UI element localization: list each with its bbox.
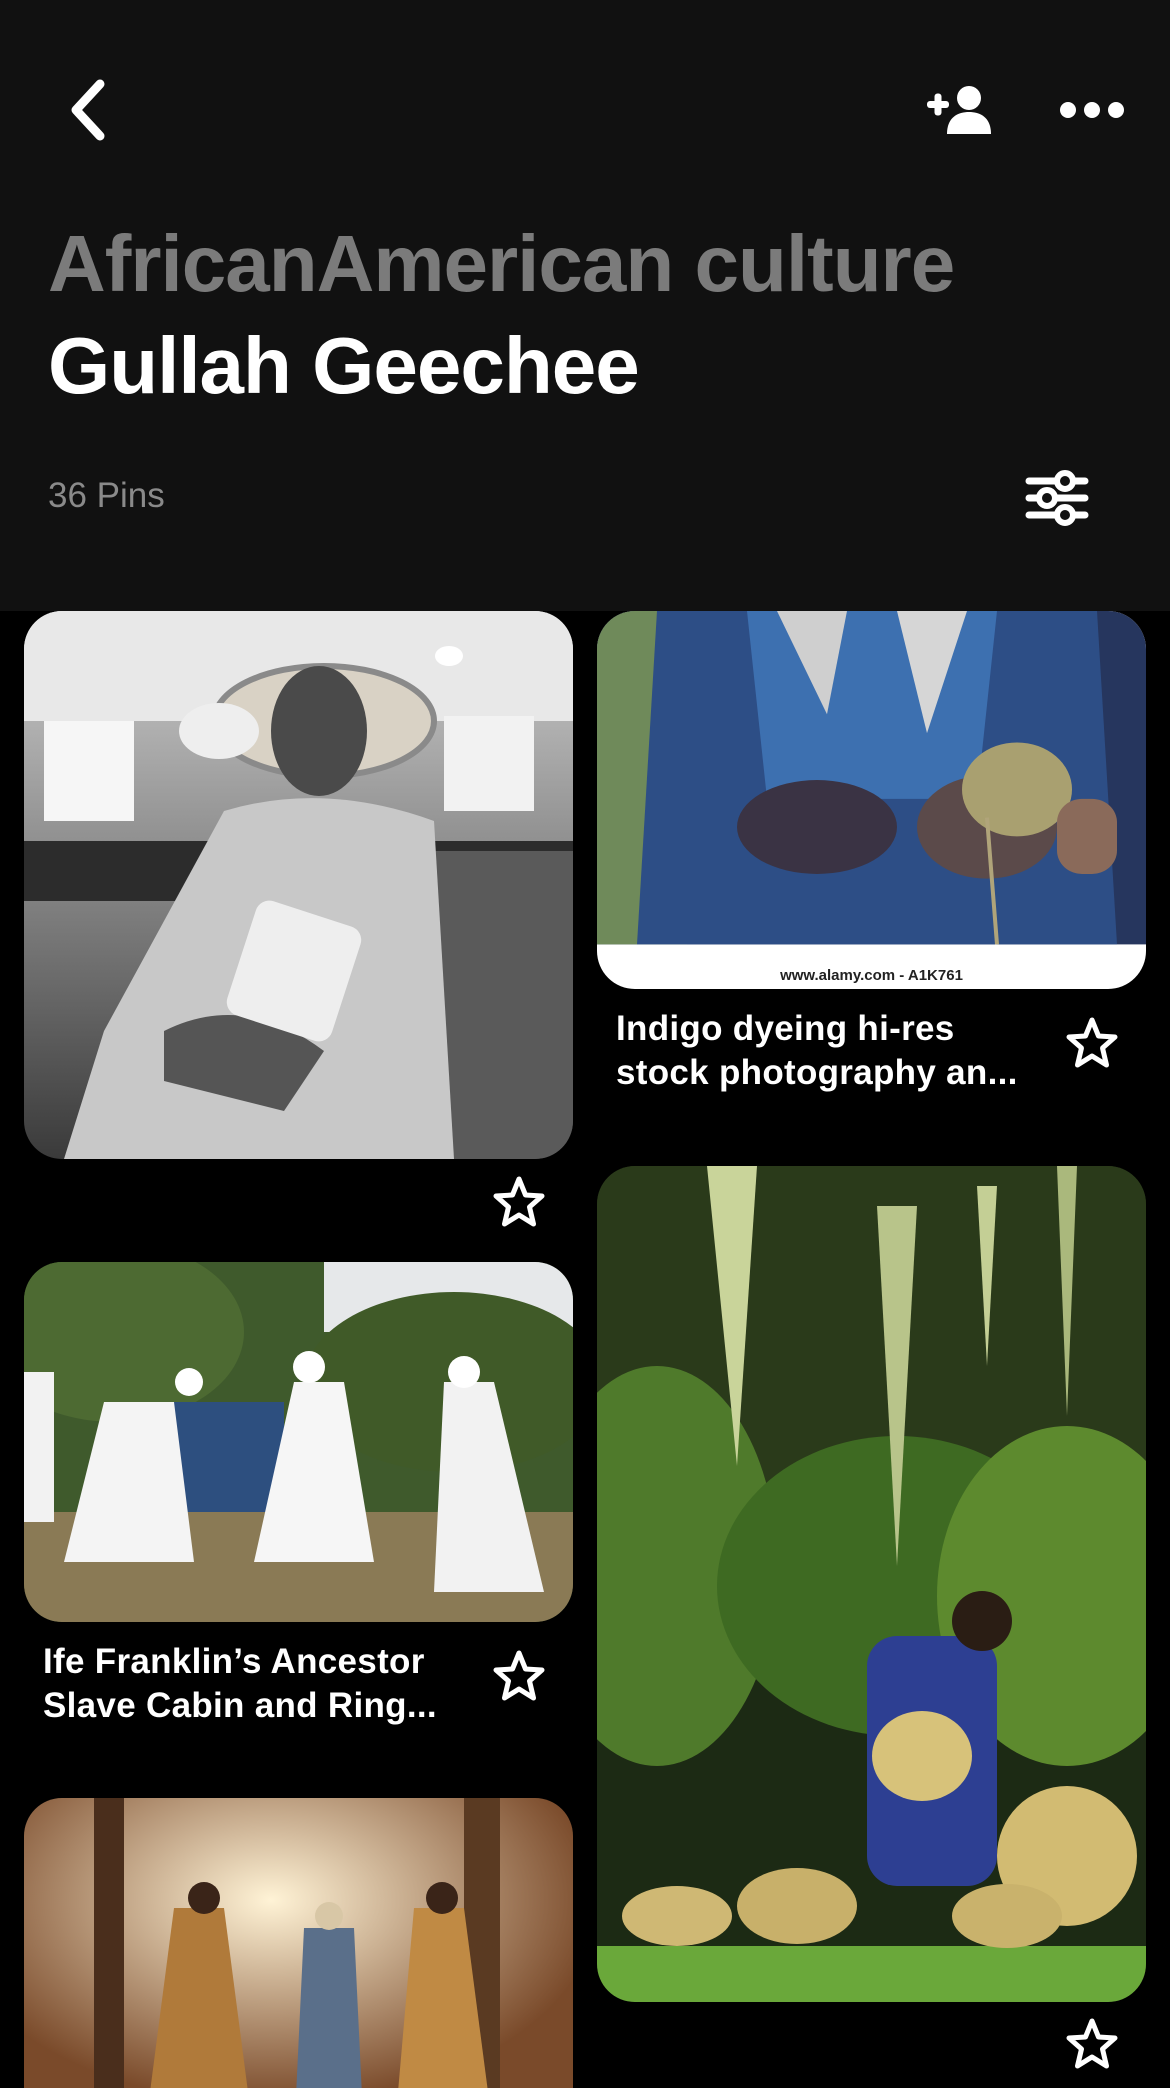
chevron-left-icon xyxy=(71,79,105,141)
add-person-icon xyxy=(927,86,991,134)
filter-button[interactable] xyxy=(1010,458,1104,538)
pin-image[interactable] xyxy=(24,611,573,1159)
pin-image[interactable] xyxy=(24,1262,573,1622)
add-collaborator-button[interactable] xyxy=(920,70,1000,150)
star-outline-icon[interactable] xyxy=(1064,2017,1120,2073)
star-outline-icon[interactable] xyxy=(491,1649,547,1705)
pin-title[interactable]: Ife Franklin’s Ancestor Slave Cabin and … xyxy=(43,1640,473,1728)
more-horizontal-icon xyxy=(1060,102,1124,118)
back-button[interactable] xyxy=(48,68,132,152)
board-header: AfricanAmerican culture Gullah Geechee 3… xyxy=(0,0,1170,611)
board-title: Gullah Geechee xyxy=(48,321,640,410)
parent-board-link[interactable]: AfricanAmerican culture xyxy=(48,218,955,310)
pin-count: 36 Pins xyxy=(48,476,165,515)
star-outline-icon[interactable] xyxy=(491,1175,547,1231)
pin-image[interactable] xyxy=(597,1166,1146,2002)
sliders-icon xyxy=(1025,470,1089,526)
pin-image[interactable]: www.alamy.com - A1K761 xyxy=(597,611,1146,989)
image-watermark: www.alamy.com - A1K761 xyxy=(780,967,963,984)
more-options-button[interactable] xyxy=(1050,70,1134,150)
pin-title[interactable]: Indigo dyeing hi-res stock photography a… xyxy=(616,1007,1046,1095)
star-outline-icon[interactable] xyxy=(1064,1016,1120,1072)
pin-image[interactable] xyxy=(24,1798,573,2088)
